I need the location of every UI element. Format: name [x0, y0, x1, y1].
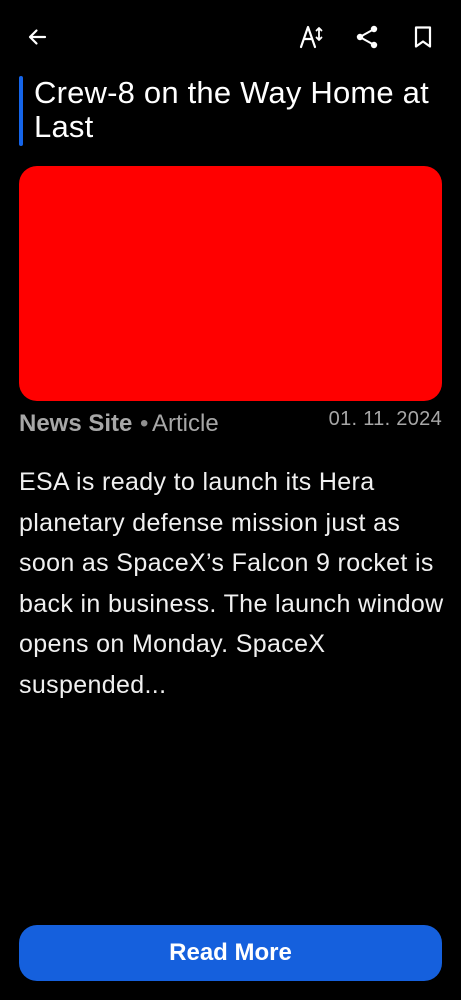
text-size-icon[interactable]	[293, 19, 329, 55]
news-source: News Site	[19, 410, 133, 437]
article-summary: ESA is ready to launch its Hera planetar…	[19, 468, 444, 699]
article-type: Article	[152, 410, 219, 437]
article-title: Crew-8 on the Way Home at Last	[34, 75, 429, 144]
read-more-button[interactable]: Read More	[19, 925, 442, 981]
top-app-bar	[0, 0, 461, 76]
meta-separator: •	[140, 410, 149, 437]
article-image	[19, 166, 442, 401]
article-title-block: Crew-8 on the Way Home at Last	[19, 76, 441, 146]
publish-date: 01. 11. 2024	[328, 408, 442, 430]
bookmark-icon[interactable]	[405, 19, 441, 55]
article-meta: News Site • Article 01. 11. 2024	[19, 408, 442, 440]
share-icon[interactable]	[349, 19, 385, 55]
arrow-left-icon[interactable]	[19, 19, 55, 55]
